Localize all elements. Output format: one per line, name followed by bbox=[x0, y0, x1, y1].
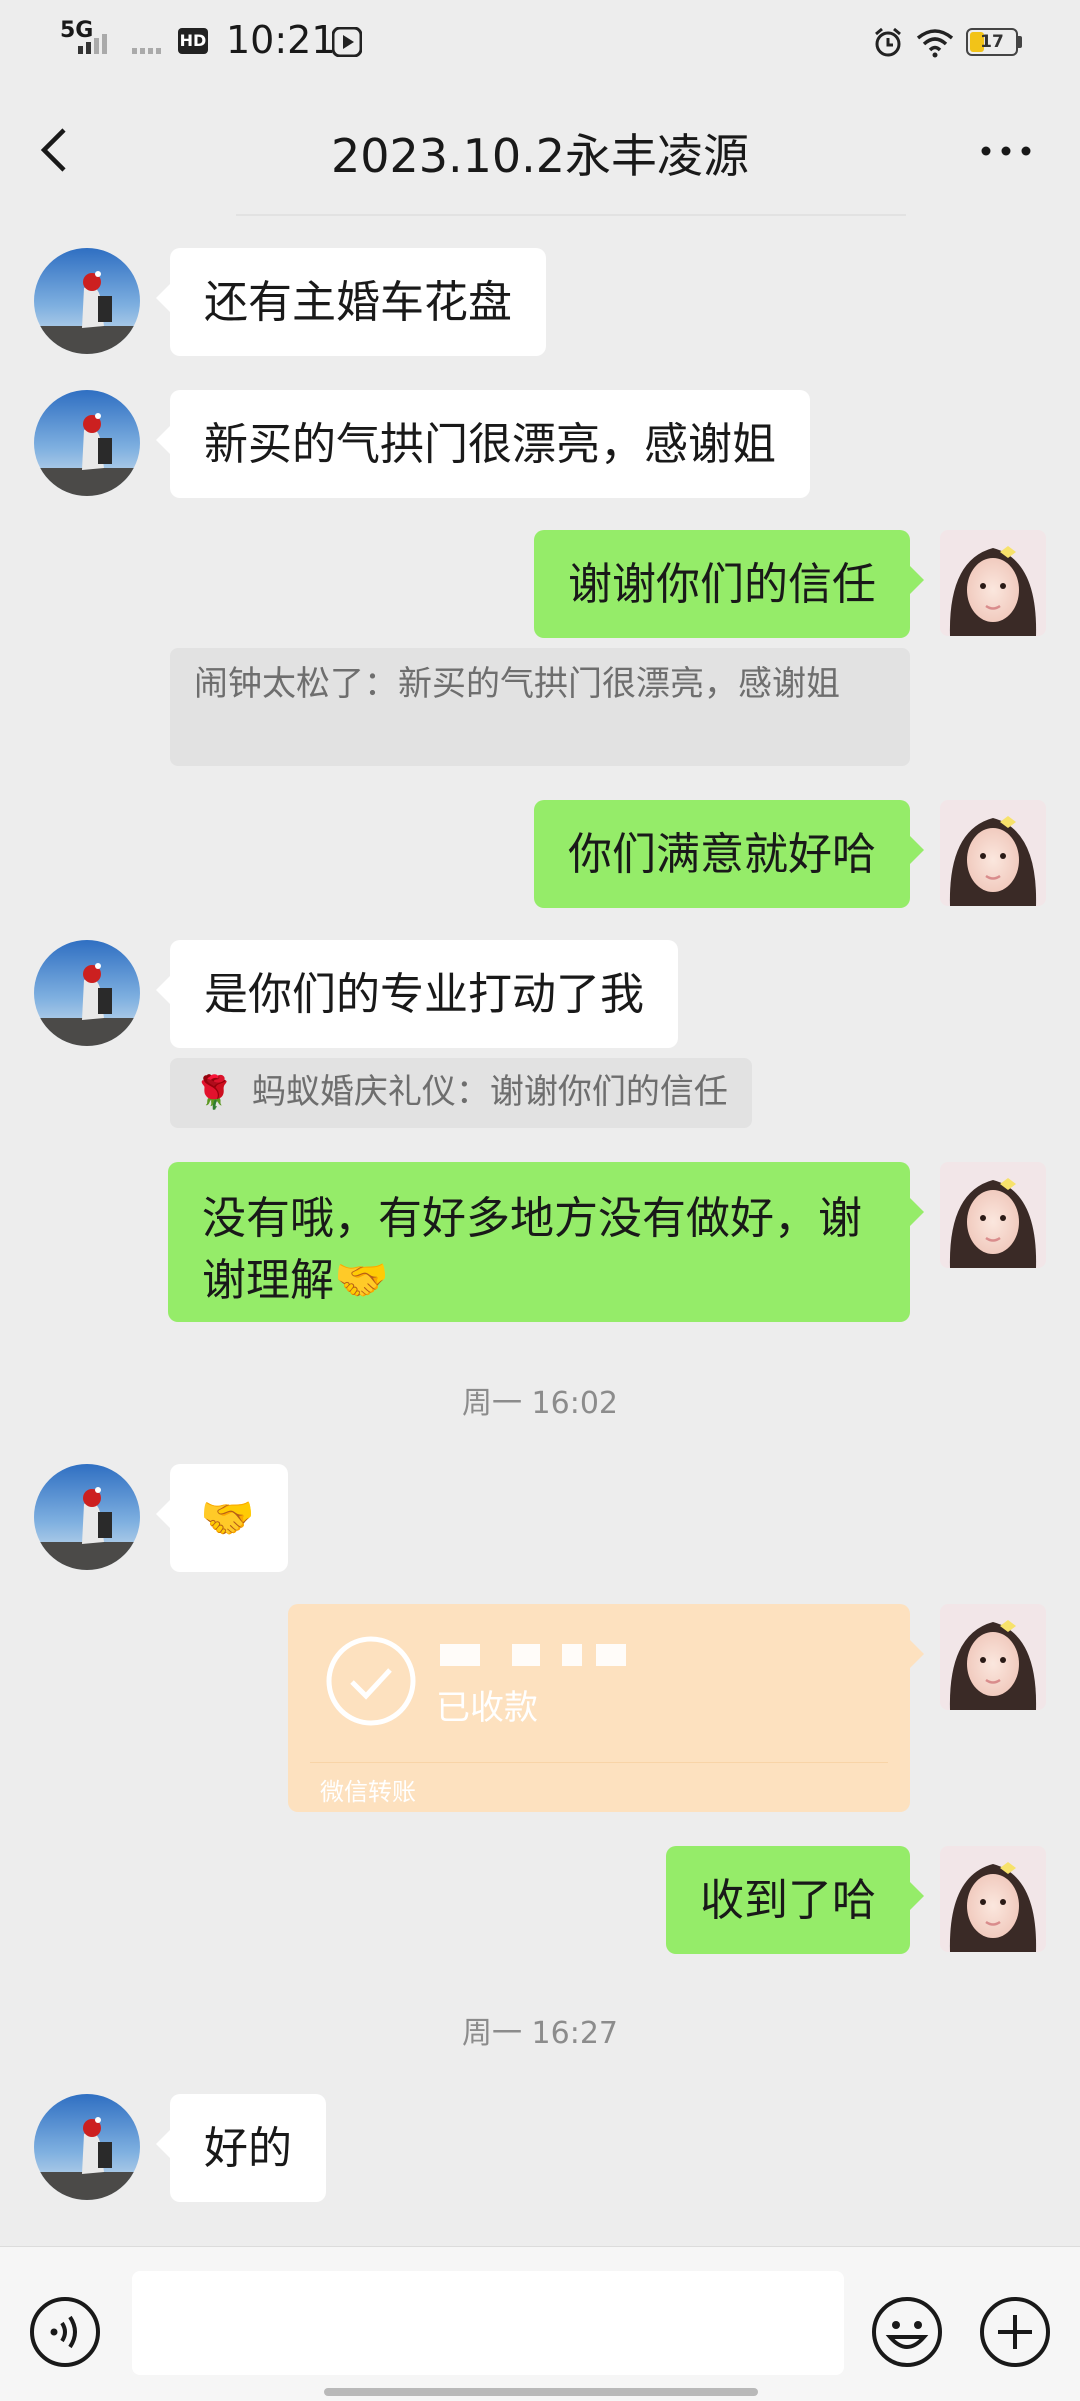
message-bubble-outgoing[interactable]: 收到了哈 bbox=[666, 1846, 924, 1954]
chat-title: 2023.10.2永丰凌源 bbox=[330, 129, 750, 183]
chat-timestamp: 周一 16:02 bbox=[462, 1386, 618, 1421]
more-options-icon[interactable] bbox=[976, 126, 1036, 176]
avatar-image bbox=[940, 530, 1046, 636]
media-play-icon bbox=[332, 27, 362, 57]
avatar-image bbox=[34, 390, 140, 496]
message-bubble-incoming[interactable]: 是你们的专业打动了我 bbox=[156, 940, 678, 1048]
battery-level: 17 bbox=[980, 32, 1004, 52]
avatar-image bbox=[940, 800, 1046, 906]
hd-badge: HD bbox=[178, 28, 208, 54]
contact-avatar[interactable] bbox=[34, 390, 140, 496]
message-bubble-outgoing[interactable]: 没有哦，有好多地方没有做好，谢谢理解🤝 bbox=[168, 1162, 924, 1322]
avatar-image bbox=[940, 1604, 1046, 1710]
avatar-image bbox=[34, 248, 140, 354]
transfer-label: 微信转账 bbox=[320, 1778, 416, 1806]
add-more-icon[interactable] bbox=[978, 2295, 1052, 2369]
rose-emoji: 🌹 bbox=[194, 1073, 234, 1111]
status-time: 10:21 bbox=[226, 18, 336, 62]
home-indicator[interactable] bbox=[324, 2388, 758, 2396]
status-bar: 5G HD 10:21 17 bbox=[0, 0, 1080, 84]
message-bubble-incoming[interactable]: 🤝 bbox=[156, 1464, 288, 1572]
wifi-icon bbox=[916, 29, 954, 58]
transfer-status: 已收款 bbox=[436, 1688, 538, 1728]
my-avatar[interactable] bbox=[940, 1162, 1046, 1268]
avatar-image bbox=[34, 940, 140, 1046]
chat-input-bar bbox=[0, 2246, 1080, 2401]
avatar-image bbox=[34, 1464, 140, 1570]
message-bubble-outgoing[interactable]: 谢谢你们的信任 bbox=[534, 530, 924, 638]
contact-avatar[interactable] bbox=[34, 2094, 140, 2200]
transfer-card[interactable]: 已收款 微信转账 bbox=[288, 1604, 924, 1812]
signal-strength-2-icon bbox=[132, 48, 161, 54]
my-avatar[interactable] bbox=[940, 530, 1046, 636]
contact-avatar[interactable] bbox=[34, 1464, 140, 1570]
message-bubble-incoming[interactable]: 还有主婚车花盘 bbox=[156, 248, 546, 356]
my-avatar[interactable] bbox=[940, 1604, 1046, 1710]
message-bubble-outgoing[interactable]: 你们满意就好哈 bbox=[534, 800, 924, 908]
chat-header: 2023.10.2永丰凌源 bbox=[0, 84, 1080, 214]
my-avatar[interactable] bbox=[940, 1846, 1046, 1952]
avatar-image bbox=[940, 1846, 1046, 1952]
check-circle-icon bbox=[326, 1636, 416, 1726]
transfer-amount-redacted bbox=[440, 1644, 630, 1666]
quoted-reply[interactable]: 🌹 蚂蚁婚庆礼仪：谢谢你们的信任 bbox=[170, 1058, 752, 1128]
my-avatar[interactable] bbox=[940, 800, 1046, 906]
message-bubble-incoming[interactable]: 新买的气拱门很漂亮，感谢姐 bbox=[156, 390, 810, 498]
header-divider bbox=[236, 214, 906, 216]
emoji-icon[interactable] bbox=[870, 2295, 944, 2369]
avatar-image bbox=[34, 2094, 140, 2200]
avatar-image bbox=[940, 1162, 1046, 1268]
signal-strength-icon bbox=[78, 34, 107, 54]
message-bubble-incoming[interactable]: 好的 bbox=[156, 2094, 326, 2202]
message-input[interactable] bbox=[132, 2271, 844, 2375]
contact-avatar[interactable] bbox=[34, 248, 140, 354]
voice-input-icon[interactable] bbox=[28, 2295, 102, 2369]
chat-timestamp: 周一 16:27 bbox=[462, 2016, 618, 2051]
alarm-icon bbox=[875, 27, 901, 57]
battery-icon: 17 bbox=[966, 28, 1018, 56]
quoted-reply-text: 蚂蚁婚庆礼仪：谢谢你们的信任 bbox=[251, 1072, 728, 1112]
contact-avatar[interactable] bbox=[34, 940, 140, 1046]
quoted-reply[interactable]: 闹钟太松了：新买的气拱门很漂亮，感谢姐 bbox=[170, 648, 910, 766]
